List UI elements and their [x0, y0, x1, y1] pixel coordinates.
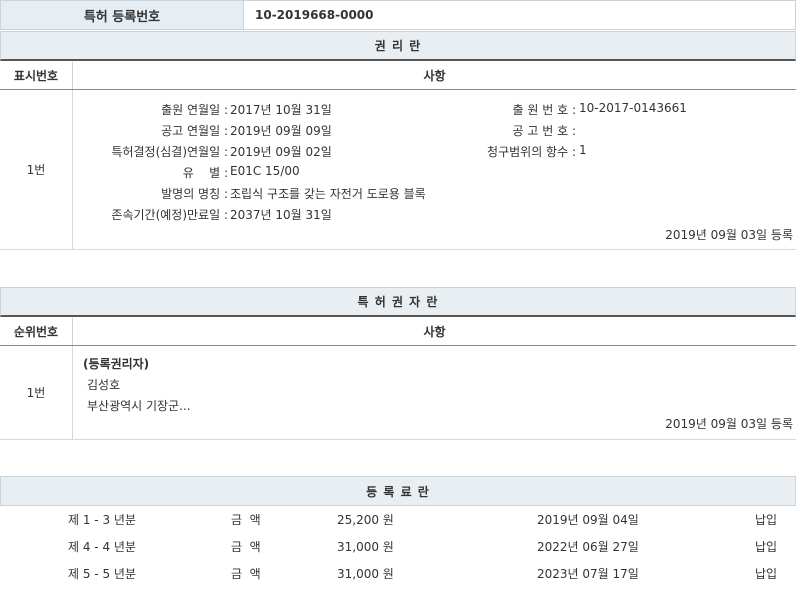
fee-payment-date: 2022년 06월 27일: [537, 540, 639, 554]
field-label-application-number: 출 원 번 호 :: [512, 103, 576, 117]
field-value-application-number: 10-2017-0143661: [579, 101, 687, 115]
fee-period: 제 1 - 3 년분: [68, 513, 136, 527]
holders-entry-row: 1번 (등록권리자) 김성호 부산광역시 기장군... 2019년 09월 03…: [0, 346, 796, 440]
holders-section-title: 특 허 권 자 란: [0, 287, 796, 317]
field-value-application-date: 2017년 10월 31일: [230, 103, 332, 117]
fee-amount: 31,000 원: [337, 540, 394, 554]
field-label-publication-date: 공고 연월일 :: [161, 124, 228, 138]
holders-col-no-header: 순위번호: [0, 318, 73, 345]
fee-row: 제 1 - 3 년분 금 액 25,200 원 2019년 09월 04일 납입: [0, 507, 796, 531]
fee-amount: 25,200 원: [337, 513, 394, 527]
holders-entry-number: 1번: [0, 346, 73, 439]
field-value-expiry-date: 2037년 10월 31일: [230, 208, 332, 222]
rights-section-title: 권 리 란: [0, 31, 796, 61]
field-label-publication-number: 공 고 번 호 :: [512, 124, 576, 138]
field-value-publication-date: 2019년 09월 09일: [230, 124, 332, 138]
fee-payment-date: 2023년 07월 17일: [537, 567, 639, 581]
field-label-claim-count: 청구범위의 항수 :: [487, 145, 576, 159]
field-value-claim-count: 1: [579, 143, 587, 157]
fee-status: 납입: [755, 540, 778, 554]
fees-section-title: 등 록 료 란: [0, 476, 796, 506]
holder-name: 김성호: [87, 378, 121, 392]
holders-col-item-header: 사항: [423, 325, 446, 339]
rights-col-item-header: 사항: [423, 69, 446, 83]
fee-amount-label: 금 액: [231, 567, 261, 581]
rights-registration-date: 2019년 09월 03일 등록: [665, 228, 793, 242]
holder-address: 부산광역시 기장군...: [87, 399, 191, 413]
field-label-decision-date: 특허결정(심결)연월일 :: [111, 145, 228, 159]
field-value-classification: E01C 15/00: [230, 164, 300, 178]
fee-amount-label: 금 액: [231, 513, 261, 527]
fee-status: 납입: [755, 567, 778, 581]
fee-amount-label: 금 액: [231, 540, 261, 554]
rights-column-header: 표시번호 사항: [0, 62, 796, 90]
field-label-application-date: 출원 연월일 :: [161, 103, 228, 117]
rights-entry-row: 1번 출원 연월일 : 2017년 10월 31일 공고 연월일 : 2019년…: [0, 90, 796, 250]
field-label-expiry-date: 존속기간(예정)만료일 :: [111, 208, 228, 222]
field-value-decision-date: 2019년 09월 02일: [230, 145, 332, 159]
fee-period: 제 4 - 4 년분: [68, 540, 136, 554]
fee-row: 제 4 - 4 년분 금 액 31,000 원 2022년 06월 27일 납입: [0, 534, 796, 558]
rights-entry-number: 1번: [0, 90, 73, 249]
field-label-classification: 유 별 :: [182, 166, 228, 180]
fee-status: 납입: [755, 513, 778, 527]
holder-type: (등록권리자): [83, 357, 150, 371]
fee-amount: 31,000 원: [337, 567, 394, 581]
registration-number-row: 특허 등록번호 10-2019668-0000: [0, 0, 796, 30]
rights-col-no-header: 표시번호: [0, 62, 73, 89]
holders-registration-date: 2019년 09월 03일 등록: [665, 417, 793, 431]
holders-column-header: 순위번호 사항: [0, 318, 796, 346]
registration-number-value: 10-2019668-0000: [255, 8, 374, 22]
field-label-invention-title: 발명의 명칭 :: [161, 187, 228, 201]
registration-number-label: 특허 등록번호: [1, 1, 244, 29]
fee-payment-date: 2019년 09월 04일: [537, 513, 639, 527]
field-value-invention-title: 조립식 구조를 갖는 자전거 도로용 블록: [230, 187, 426, 201]
fee-period: 제 5 - 5 년분: [68, 567, 136, 581]
fee-row: 제 5 - 5 년분 금 액 31,000 원 2023년 07월 17일 납입: [0, 561, 796, 585]
